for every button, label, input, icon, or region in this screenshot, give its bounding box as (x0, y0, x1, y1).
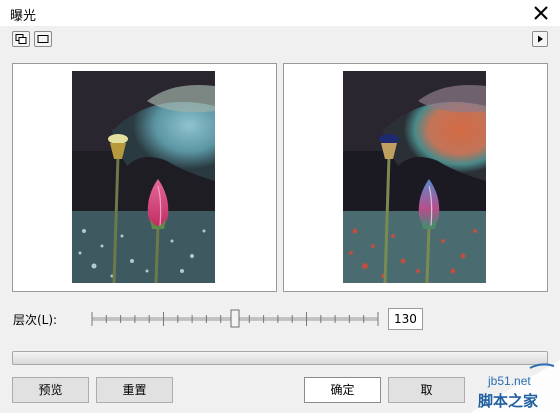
level-value: 130 (394, 312, 417, 326)
original-preview-image (72, 71, 215, 283)
single-preview-icon (37, 35, 49, 43)
dual-preview-button[interactable] (12, 31, 30, 47)
title-bar: 曝光 (0, 0, 560, 26)
single-preview-button[interactable] (34, 31, 52, 47)
level-slider-thumb[interactable] (230, 309, 240, 328)
level-slider[interactable] (90, 306, 380, 332)
ok-button-label: 确定 (330, 383, 355, 397)
result-preview-panel (283, 63, 548, 292)
dual-preview-icon (15, 34, 27, 44)
progress-bar (12, 351, 548, 365)
reset-button[interactable]: 重置 (96, 377, 173, 403)
cancel-button-label: 取 (420, 383, 433, 397)
ok-button[interactable]: 确定 (304, 377, 381, 403)
level-label: 层次(L): (13, 313, 58, 327)
window-title: 曝光 (10, 9, 37, 24)
preview-button-label: 预览 (38, 383, 63, 397)
original-preview-panel (12, 63, 277, 292)
preview-button[interactable]: 预览 (12, 377, 89, 403)
close-icon[interactable] (530, 2, 552, 24)
expand-arrow-icon (538, 35, 543, 43)
reset-button-label: 重置 (122, 383, 147, 397)
level-value-field[interactable]: 130 (388, 308, 423, 330)
watermark-site: jb51.net (488, 374, 531, 388)
expand-button[interactable] (532, 31, 548, 47)
result-preview-image (343, 71, 486, 283)
watermark-name: 脚本之家 (478, 392, 539, 410)
cancel-button[interactable]: 取 (388, 377, 465, 403)
